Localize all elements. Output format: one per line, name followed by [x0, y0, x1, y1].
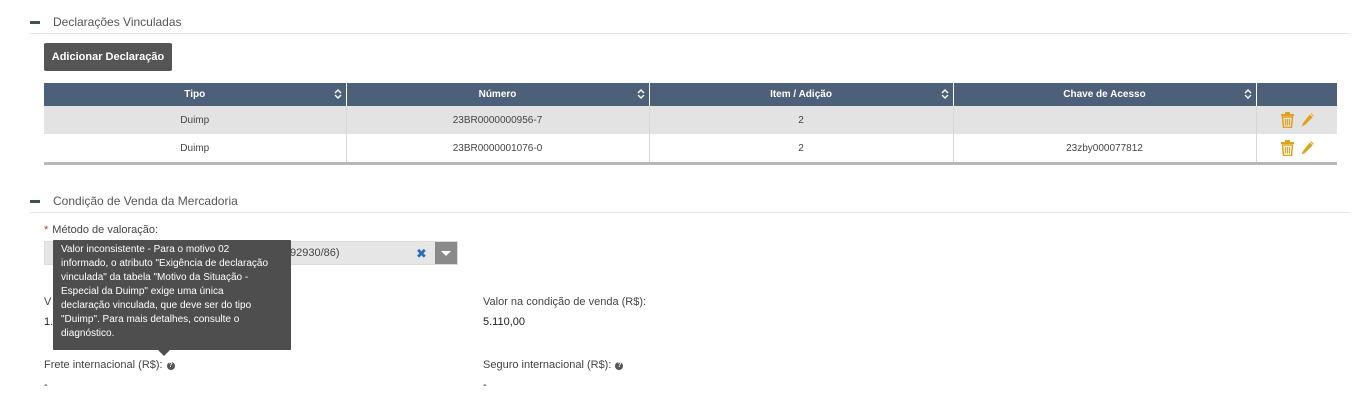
sort-icon[interactable]	[637, 88, 645, 100]
tooltip-line: informado, o atributo "Exigência de decl…	[61, 258, 269, 269]
tooltip-line: declaração vinculada, que deve ser do ti…	[61, 300, 252, 311]
cell-tipo: Duimp	[44, 134, 347, 165]
metodo-valoracao-label: * Método de valoração:	[44, 224, 158, 236]
section-title-declaracoes: Declarações Vinculadas	[53, 15, 182, 29]
cell-item: 2	[649, 134, 954, 165]
sort-icon[interactable]	[1244, 88, 1252, 100]
cell-chave: 23zby000077812	[953, 134, 1257, 165]
seguro-internacional-label: Seguro internacional (R$):?	[483, 359, 624, 371]
tooltip-arrow	[158, 350, 170, 356]
tooltip-line: Especial da Duimp" exige uma única	[61, 286, 224, 297]
trash-icon[interactable]	[1280, 140, 1295, 156]
cell-numero: 23BR0000001076-0	[346, 134, 650, 165]
cell-numero: 23BR0000000956-7	[346, 106, 650, 134]
frete-internacional-label-text: Frete internacional (R$):	[44, 359, 163, 371]
valor-venda-label: Valor na condição de venda (R$):	[483, 296, 647, 308]
help-icon[interactable]: ?	[166, 362, 175, 370]
declarations-table: Tipo Número Item / Adição Chave de Acess…	[44, 83, 1337, 165]
sort-icon[interactable]	[941, 88, 949, 100]
section-title-condicao: Condição de Venda da Mercadoria	[53, 194, 238, 208]
column-header-numero[interactable]: Número	[346, 83, 650, 106]
field-left-value: 1.	[44, 316, 54, 328]
column-header-item-adicao[interactable]: Item / Adição	[649, 83, 954, 106]
valor-venda-value: 5.110,00	[483, 316, 526, 328]
column-header-tipo[interactable]: Tipo	[44, 83, 347, 106]
section-header-declaracoes: Declarações Vinculadas	[30, 11, 1350, 34]
frete-internacional-value: -	[44, 379, 48, 391]
section-header-condicao: Condição de Venda da Mercadoria	[30, 190, 1350, 213]
field-left-label: V	[44, 296, 52, 308]
tooltip-line: Valor inconsistente - Para o motivo 02	[61, 244, 230, 255]
collapse-minus-icon[interactable]	[30, 200, 40, 203]
tooltip-line: "Duimp". Para mais detalhes, consulte o	[61, 314, 240, 325]
column-header-label: Número	[478, 89, 517, 100]
metodo-valoracao-selected-value: 92930/86)	[290, 247, 340, 259]
column-header-chave-acesso[interactable]: Chave de Acesso	[953, 83, 1257, 106]
column-header-actions	[1256, 83, 1337, 106]
required-asterisk: *	[44, 224, 49, 236]
cell-actions	[1256, 106, 1337, 134]
table-row: Duimp 23BR0000001076-0 2 23zby000077812	[44, 134, 1337, 165]
seguro-internacional-value: -	[483, 379, 487, 391]
frete-internacional-label: Frete internacional (R$):?	[44, 359, 175, 371]
add-declaration-button[interactable]: Adicionar Declaração	[44, 43, 172, 71]
pencil-icon[interactable]	[1300, 112, 1315, 128]
column-header-label: Chave de Acesso	[1063, 89, 1146, 100]
clear-x-icon[interactable]: ✖	[416, 246, 427, 262]
cell-tipo: Duimp	[44, 106, 347, 134]
help-icon[interactable]: ?	[615, 362, 624, 370]
sort-icon[interactable]	[334, 88, 342, 100]
trash-icon[interactable]	[1280, 112, 1295, 128]
table-header-row: Tipo Número Item / Adição Chave de Acess…	[44, 83, 1337, 106]
collapse-minus-icon[interactable]	[30, 21, 40, 24]
tooltip-line: diagnóstico.	[61, 328, 115, 339]
table-row: Duimp 23BR0000000956-7 2	[44, 106, 1337, 134]
seguro-internacional-label-text: Seguro internacional (R$):	[483, 359, 612, 371]
validation-tooltip: Valor inconsistente - Para o motivo 02 i…	[53, 240, 291, 350]
chevron-down-icon[interactable]	[435, 242, 457, 264]
cell-actions	[1256, 134, 1337, 165]
column-header-label: Tipo	[184, 89, 206, 100]
column-header-label: Item / Adição	[770, 89, 832, 100]
tooltip-line: vinculada" da tabela "Motivo da Situação…	[61, 272, 249, 283]
cell-chave	[953, 106, 1257, 134]
pencil-icon[interactable]	[1300, 140, 1315, 156]
cell-item: 2	[649, 106, 954, 134]
metodo-valoracao-label-text: Método de valoração:	[52, 224, 159, 236]
